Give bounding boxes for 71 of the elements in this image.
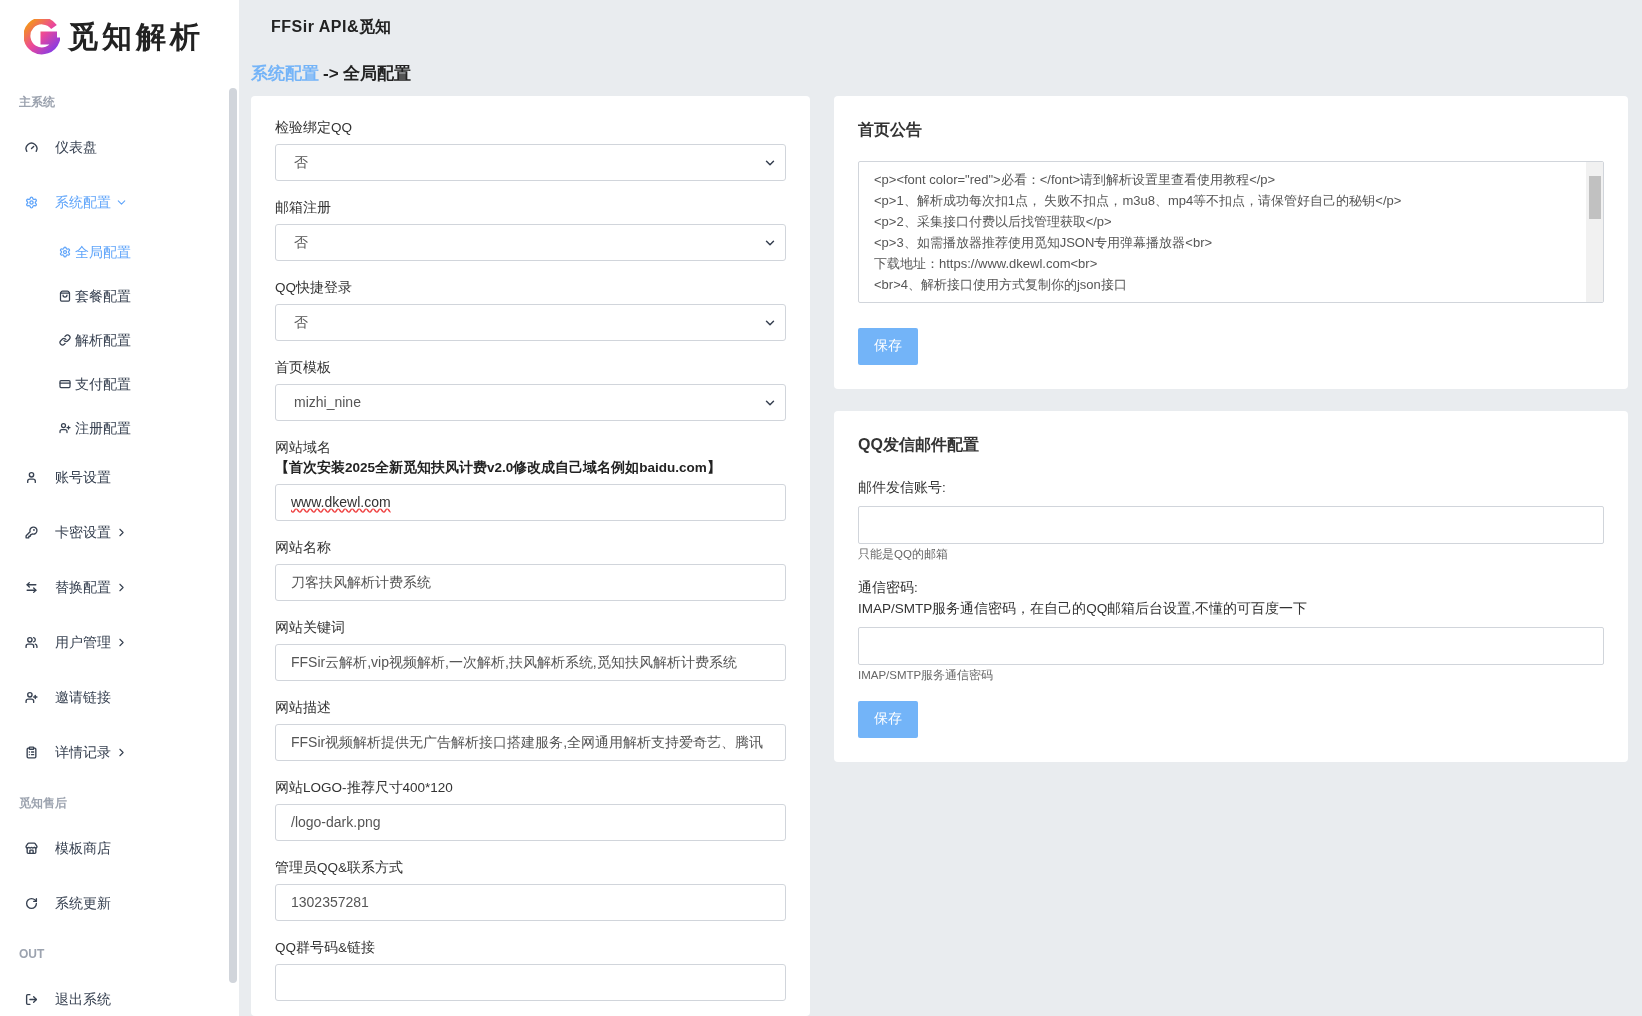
nav-item[interactable]: 邀请链接 xyxy=(0,670,227,725)
select-field[interactable]: 否 xyxy=(275,304,786,341)
nav-item[interactable]: 卡密设置 xyxy=(0,505,227,560)
section-title: 觅知售后 xyxy=(18,795,68,812)
input-field[interactable]: 刀客扶风解析计费系统 xyxy=(275,564,786,601)
nav-item[interactable]: 模板商店 xyxy=(0,821,227,876)
select-field[interactable]: 否 xyxy=(275,144,786,181)
field-label: 网站名称 xyxy=(275,539,332,557)
card-title: 首页公告 xyxy=(858,120,923,140)
user-plus-icon xyxy=(25,691,38,704)
help-text: IMAP/SMTP服务通信密码 xyxy=(858,668,995,684)
settings-icon xyxy=(25,196,38,209)
help-text: 只能是QQ的邮箱 xyxy=(858,547,949,562)
card-icon xyxy=(59,378,71,390)
select-field[interactable]: mizhi_nine xyxy=(275,384,786,421)
settings-icon xyxy=(59,246,71,258)
submenu-item[interactable]: 套餐配置 xyxy=(0,274,227,318)
submenu-item[interactable]: 支付配置 xyxy=(0,362,227,406)
breadcrumb-separator: -> xyxy=(323,62,339,85)
logo-icon xyxy=(24,18,60,55)
input-field[interactable]: FFSir视频解析提供无广告解析接口搭建服务,全网通用解析支持爱奇艺、腾讯 xyxy=(275,724,786,761)
input-field[interactable]: 1302357281 xyxy=(275,884,786,921)
user-plus-icon xyxy=(59,422,71,434)
field-label: 网站LOGO-推荐尺寸400*120 xyxy=(275,779,454,797)
section-title: OUT xyxy=(18,946,46,963)
input-field[interactable]: FFSir云解析,vip视频解析,一次解析,扶风解析系统,觅知扶风解析计费系统 xyxy=(275,644,786,681)
header-title: FFSir API&觅知 xyxy=(271,17,392,38)
store-icon xyxy=(25,842,38,855)
logout-icon xyxy=(25,993,38,1006)
field-label: QQ群号码&链接 xyxy=(275,939,376,957)
scrollbar[interactable] xyxy=(229,88,237,983)
input-field[interactable] xyxy=(858,506,1604,544)
field-label: 邮件发信账号: xyxy=(858,479,947,497)
field-label: QQ快捷登录 xyxy=(275,279,353,297)
user-icon xyxy=(25,471,38,484)
field-label: 网站描述 xyxy=(275,699,332,717)
nav-item[interactable]: 替换配置 xyxy=(0,560,227,615)
nav-item[interactable]: 退出系统 xyxy=(0,972,227,1016)
arrows-icon xyxy=(25,581,38,594)
nav-item[interactable]: 账号设置 xyxy=(0,450,227,505)
nav-item[interactable]: 仪表盘 xyxy=(0,120,227,175)
link-icon xyxy=(59,334,71,346)
field-label: 首页模板 xyxy=(275,359,332,377)
field-note: 【首次安装2025全新觅知扶风计费v2.0修改成自己域名例如baidu.com】 xyxy=(275,459,722,477)
input-field[interactable]: /logo-dark.png xyxy=(275,804,786,841)
refresh-icon xyxy=(25,897,38,910)
field-label: 网站域名 xyxy=(275,439,332,457)
field-label: 邮箱注册 xyxy=(275,199,332,217)
section-title: 主系统 xyxy=(18,94,56,111)
submenu-item[interactable]: 解析配置 xyxy=(0,318,227,362)
input-field[interactable]: www.dkewl.com xyxy=(275,484,786,521)
nav-item[interactable]: 详情记录 xyxy=(0,725,227,780)
nav-item[interactable]: 用户管理 xyxy=(0,615,227,670)
gauge-icon xyxy=(25,141,38,154)
breadcrumb-current: 全局配置 xyxy=(342,62,411,85)
field-label: 网站关键词 xyxy=(275,619,346,637)
bag-icon xyxy=(59,290,71,302)
field-label: 通信密码: xyxy=(858,579,919,598)
clipboard-icon xyxy=(25,746,38,759)
field-label: 检验绑定QQ xyxy=(275,119,353,137)
field-note: IMAP/SMTP服务通信密码，在自己的QQ邮箱后台设置,不懂的可百度一下 xyxy=(858,600,1308,619)
submenu-item[interactable]: 注册配置 xyxy=(0,406,227,450)
users-icon xyxy=(25,636,38,649)
input-field[interactable] xyxy=(275,964,786,1001)
input-field[interactable] xyxy=(858,627,1604,666)
nav-item[interactable]: 系统更新 xyxy=(0,876,227,931)
logo-text: 觅知解析 xyxy=(68,18,204,56)
field-label: 管理员QQ&联系方式 xyxy=(275,859,404,877)
key-icon xyxy=(25,526,38,539)
select-field[interactable]: 否 xyxy=(275,224,786,261)
card-title: QQ发信邮件配置 xyxy=(858,435,980,455)
